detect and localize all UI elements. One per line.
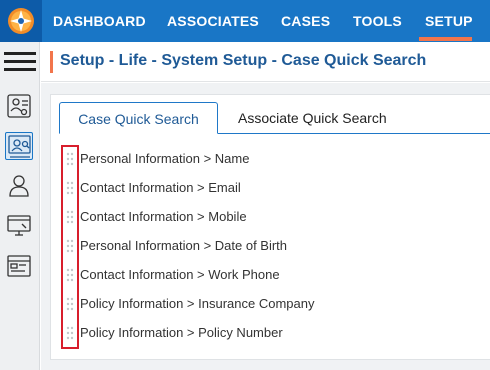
search-field-label: Contact Information > Email	[80, 180, 241, 195]
search-field-item[interactable]: Policy Information > Insurance Company	[64, 293, 444, 315]
drag-handle-icon[interactable]	[66, 152, 74, 166]
nav-active-indicator	[419, 37, 472, 41]
drag-handle-icon[interactable]	[66, 181, 74, 195]
search-field-label: Personal Information > Date of Birth	[80, 238, 288, 253]
search-field-label: Policy Information > Policy Number	[80, 325, 283, 340]
nav-setup[interactable]: SETUP	[425, 0, 473, 42]
drag-handle-icon[interactable]	[66, 297, 74, 311]
search-field-item[interactable]: Personal Information > Name	[64, 148, 444, 170]
search-field-item[interactable]: Policy Information > Policy Number	[64, 322, 444, 344]
search-field-label: Contact Information > Mobile	[80, 209, 247, 224]
user-icon[interactable]	[5, 172, 33, 200]
search-field-item[interactable]: Personal Information > Date of Birth	[64, 235, 444, 257]
search-field-label: Policy Information > Insurance Company	[80, 296, 315, 311]
tab-case-quick-search[interactable]: Case Quick Search	[59, 102, 218, 134]
search-field-label: Personal Information > Name	[80, 151, 250, 166]
nav-associates[interactable]: ASSOCIATES	[167, 0, 259, 42]
associate-settings-icon[interactable]	[5, 92, 33, 120]
nav-dashboard[interactable]: DASHBOARD	[53, 0, 146, 42]
compass-star-icon	[8, 8, 34, 34]
monitor-icon[interactable]	[5, 212, 33, 240]
drag-handle-icon[interactable]	[66, 239, 74, 253]
nav-cases[interactable]: CASES	[281, 0, 330, 42]
search-field-label: Contact Information > Work Phone	[80, 267, 280, 282]
search-field-item[interactable]: Contact Information > Work Phone	[64, 264, 444, 286]
search-field-item[interactable]: Contact Information > Email	[64, 177, 444, 199]
app-logo[interactable]	[0, 0, 42, 42]
left-sidebar	[0, 42, 40, 370]
drag-handle-icon[interactable]	[66, 210, 74, 224]
tab-associate-quick-search[interactable]: Associate Quick Search	[238, 102, 387, 134]
drag-handle-icon[interactable]	[66, 326, 74, 340]
page-title: Setup - Life - System Setup - Case Quick…	[60, 52, 427, 69]
top-nav-bar: DASHBOARD ASSOCIATES CASES TOOLS SETUP	[0, 0, 490, 42]
hamburger-menu-icon[interactable]	[4, 50, 36, 74]
case-search-icon[interactable]	[5, 132, 33, 160]
page-title-accent	[50, 51, 53, 73]
browser-window-icon[interactable]	[5, 252, 33, 280]
nav-tools[interactable]: TOOLS	[353, 0, 402, 42]
drag-handle-icon[interactable]	[66, 268, 74, 282]
search-field-item[interactable]: Contact Information > Mobile	[64, 206, 444, 228]
